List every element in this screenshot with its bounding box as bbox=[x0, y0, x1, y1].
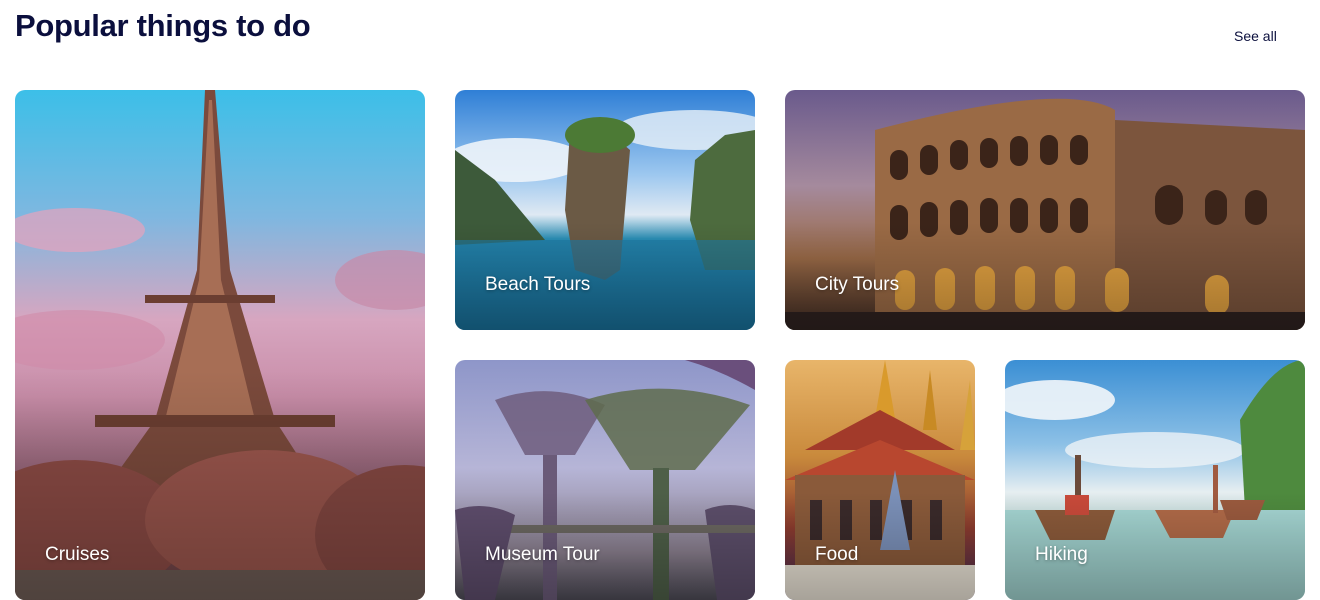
card-museum-tour[interactable]: Museum Tour bbox=[455, 360, 755, 600]
card-label: City Tours bbox=[815, 274, 900, 295]
card-label: Cruises bbox=[45, 544, 110, 565]
card-label: Beach Tours bbox=[485, 274, 591, 295]
card-overlay bbox=[15, 90, 425, 600]
card-beach-tours[interactable]: Beach Tours bbox=[455, 90, 755, 330]
card-food[interactable]: Food bbox=[785, 360, 975, 600]
card-hiking[interactable]: Hiking bbox=[1005, 360, 1305, 600]
see-all-link[interactable]: See all bbox=[1234, 28, 1277, 44]
card-overlay bbox=[785, 360, 975, 600]
card-label: Hiking bbox=[1035, 544, 1088, 565]
card-city-tours[interactable]: City Tours bbox=[785, 90, 1305, 330]
section-title: Popular things to do bbox=[15, 8, 311, 43]
card-label: Museum Tour bbox=[485, 544, 600, 565]
card-label: Food bbox=[815, 544, 859, 565]
card-cruises[interactable]: Cruises bbox=[15, 90, 425, 600]
